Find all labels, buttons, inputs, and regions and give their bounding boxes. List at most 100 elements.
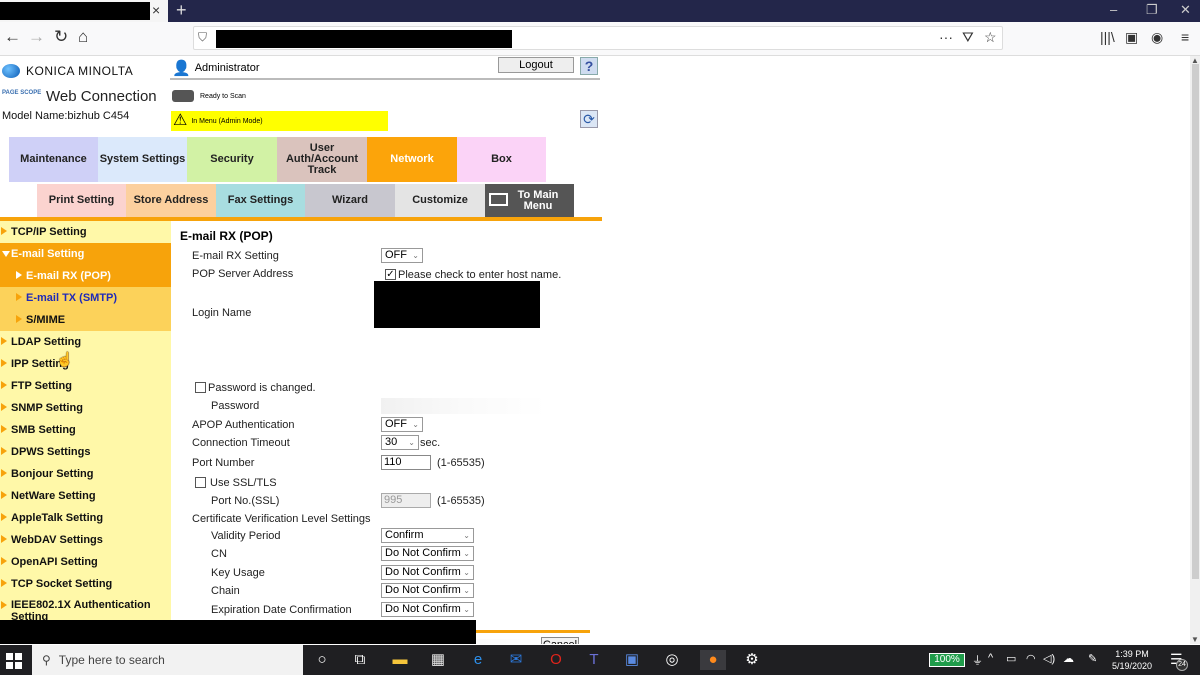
pagescope-logo: PAGE SCOPE Web Connection	[2, 88, 157, 105]
host-name-checkbox[interactable]: ✓	[385, 269, 396, 280]
window-close-icon[interactable]: ✕	[1180, 2, 1191, 18]
home-icon[interactable]: ⌂	[78, 27, 88, 47]
password-input[interactable]	[381, 398, 546, 414]
cn-select[interactable]: Do Not Confirm ⌄	[381, 546, 474, 561]
new-tab-button[interactable]: +	[176, 0, 187, 21]
ssl-port-input[interactable]: 995	[381, 493, 431, 508]
tab-customize[interactable]: Customize	[395, 184, 485, 217]
sidebar-item-ipp[interactable]: IPP Setting	[0, 353, 171, 375]
obs-icon[interactable]: ◎	[662, 650, 682, 670]
tab-security[interactable]: Security	[187, 137, 277, 182]
account-icon[interactable]: ◉	[1151, 29, 1163, 46]
volume-icon[interactable]: ◁)	[1043, 652, 1055, 665]
help-button[interactable]: ?	[580, 57, 598, 75]
show-hidden-icons-chevron[interactable]: ^	[988, 652, 993, 664]
taskbar-search[interactable]: ⚲ Type here to search	[32, 645, 303, 675]
settings-gear-icon[interactable]: ⚙	[742, 650, 762, 670]
windows-start-icon[interactable]	[6, 653, 22, 669]
page-scrollbar[interactable]: ▲ ▼	[1190, 56, 1200, 644]
sidebar-item-email-tx[interactable]: E-mail TX (SMTP)	[0, 287, 171, 309]
port-number-input[interactable]: 110	[381, 455, 431, 470]
sidebar-item-webdav[interactable]: WebDAV Settings	[0, 529, 171, 551]
header-divider	[170, 78, 600, 80]
tab-system-settings[interactable]: System Settings	[98, 137, 187, 182]
sidebar-item-appletalk[interactable]: AppleTalk Setting	[0, 507, 171, 529]
email-rx-setting-select[interactable]: OFF ⌄	[381, 248, 423, 263]
scroll-down-icon[interactable]: ▼	[1191, 635, 1199, 644]
pen-icon[interactable]: ✎	[1088, 652, 1097, 665]
tab-store-address[interactable]: Store Address	[126, 184, 216, 217]
sidebar-item-snmp[interactable]: SNMP Setting	[0, 397, 171, 419]
tab-maintenance[interactable]: Maintenance	[9, 137, 98, 182]
tab-network[interactable]: Network	[367, 137, 457, 182]
scrollbar-thumb[interactable]	[1192, 64, 1199, 579]
taskbar-clock[interactable]: 1:39 PM 5/19/2020	[1112, 648, 1152, 672]
chain-label: Chain	[211, 585, 240, 597]
sidebar-icon[interactable]: ▣	[1125, 29, 1138, 46]
tab-print-setting[interactable]: Print Setting	[37, 184, 126, 217]
logout-button[interactable]: Logout	[498, 57, 574, 73]
sidebar-item-email[interactable]: E-mail Setting	[0, 243, 171, 265]
bookmark-star-icon[interactable]: ☆	[984, 29, 997, 46]
outlook-icon[interactable]: ✉	[506, 650, 526, 670]
power-plug-icon: ⏚	[972, 655, 983, 667]
wifi-icon[interactable]: ◠	[1026, 652, 1036, 665]
firefox-icon[interactable]: ●	[700, 650, 726, 670]
browser-tab[interactable]: ×	[0, 0, 168, 22]
teams-icon[interactable]: T	[584, 650, 604, 670]
battery-indicator[interactable]: 100%	[929, 653, 965, 667]
to-main-menu-button[interactable]: To Main Menu	[485, 184, 574, 217]
file-explorer-icon[interactable]: ▬	[390, 650, 410, 670]
menu-icon[interactable]: ≡	[1181, 29, 1189, 45]
pagescope-icon: PAGE SCOPE	[2, 89, 42, 96]
password-changed-checkbox[interactable]	[195, 382, 206, 393]
connection-timeout-select[interactable]: 30 ⌄	[381, 435, 419, 450]
refresh-button[interactable]: ⟳	[580, 110, 598, 128]
sidebar-item-netware[interactable]: NetWare Setting	[0, 485, 171, 507]
sidebar-item-email-rx[interactable]: E-mail RX (POP)	[0, 265, 171, 287]
store-icon[interactable]: ▦	[428, 650, 448, 670]
close-tab-icon[interactable]: ×	[152, 2, 160, 18]
battery-tray-icon[interactable]: ▭	[1006, 652, 1016, 665]
sidebar-item-ftp[interactable]: FTP Setting	[0, 375, 171, 397]
action-center-icon[interactable]: ☰ 24	[1170, 651, 1188, 671]
use-ssl-checkbox[interactable]	[195, 477, 206, 488]
onedrive-cloud-icon[interactable]: ☁	[1063, 652, 1074, 665]
sidebar-item-smb[interactable]: SMB Setting	[0, 419, 171, 441]
sidebar-item-openapi[interactable]: OpenAPI Setting	[0, 551, 171, 573]
sidebar-item-tcp-socket[interactable]: TCP Socket Setting	[0, 573, 171, 595]
tab-fax-settings[interactable]: Fax Settings	[216, 184, 305, 217]
chain-select[interactable]: Do Not Confirm ⌄	[381, 583, 474, 598]
arrow-icon	[1, 447, 7, 455]
restore-icon[interactable]: ❐	[1146, 2, 1158, 18]
validity-period-select[interactable]: Confirm ⌄	[381, 528, 474, 543]
page-actions-icon[interactable]: ···	[939, 29, 953, 45]
tab-box[interactable]: Box	[457, 137, 546, 182]
url-bar[interactable]: ⛉ ··· ⛛ ☆	[193, 26, 1003, 50]
cancel-button[interactable]: Cancel	[541, 637, 579, 644]
library-icon[interactable]: |||\	[1100, 29, 1115, 45]
sidebar-item-tcpip[interactable]: TCP/IP Setting	[0, 221, 171, 243]
sidebar-item-bonjour[interactable]: Bonjour Setting	[0, 463, 171, 485]
forward-icon[interactable]: →	[28, 27, 45, 47]
cortana-icon[interactable]: ○	[312, 650, 332, 670]
edge-icon[interactable]: e	[468, 650, 488, 670]
sidebar-item-dpws[interactable]: DPWS Settings	[0, 441, 171, 463]
sidebar-item-smime[interactable]: S/MIME	[0, 309, 171, 331]
task-view-icon[interactable]: ⧉	[350, 650, 370, 670]
key-usage-select[interactable]: Do Not Confirm ⌄	[381, 565, 474, 580]
apop-select[interactable]: OFF ⌄	[381, 417, 423, 432]
network-app-icon[interactable]: ▣	[622, 650, 642, 670]
tab-user-auth[interactable]: User Auth/Account Track	[277, 137, 367, 182]
pocket-icon[interactable]: ⛛	[962, 29, 974, 46]
back-icon[interactable]: ←	[4, 27, 21, 47]
sidebar-item-ldap[interactable]: LDAP Setting	[0, 331, 171, 353]
tab-wizard[interactable]: Wizard	[305, 184, 395, 217]
opera-icon[interactable]: O	[546, 650, 566, 670]
reload-icon[interactable]: ↻	[54, 27, 68, 47]
shield-icon[interactable]: ⛉	[198, 30, 207, 45]
chevron-down-icon: ⌄	[463, 531, 470, 540]
minimize-icon[interactable]: –	[1110, 2, 1117, 17]
login-name-label: Login Name	[192, 307, 252, 319]
expiration-date-select[interactable]: Do Not Confirm ⌄	[381, 602, 474, 617]
